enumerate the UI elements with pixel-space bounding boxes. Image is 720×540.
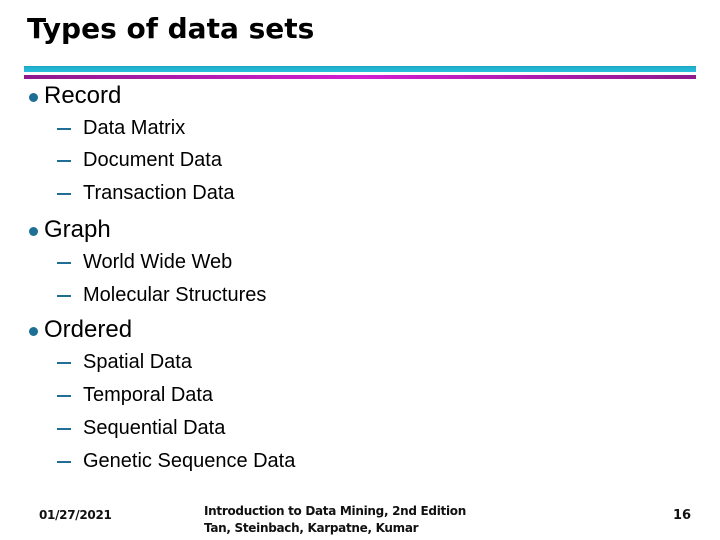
dash-icon bbox=[57, 262, 71, 264]
sub-bullet-label: Sequential Data bbox=[83, 417, 226, 439]
bullet-dot-icon bbox=[29, 226, 38, 236]
sub-bullet: Transaction Data bbox=[57, 182, 235, 205]
dash-icon bbox=[57, 395, 71, 397]
sub-bullet-label: Document Data bbox=[83, 149, 222, 171]
dash-icon bbox=[57, 193, 71, 195]
bullet-dot-icon bbox=[29, 326, 38, 336]
sub-bullet: Molecular Structures bbox=[57, 284, 266, 307]
sub-bullet: World Wide Web bbox=[57, 251, 232, 274]
slide-title: Types of data sets bbox=[27, 12, 315, 45]
bullet-label: Graph bbox=[44, 216, 111, 243]
sub-bullet-label: Genetic Sequence Data bbox=[83, 450, 296, 472]
bullet-ordered: Ordered bbox=[29, 316, 132, 344]
sub-bullet: Document Data bbox=[57, 149, 222, 172]
bullet-label: Record bbox=[44, 82, 122, 109]
bullet-dot-icon bbox=[29, 92, 38, 102]
sub-bullet: Data Matrix bbox=[57, 117, 185, 140]
title-divider-magenta bbox=[24, 75, 696, 79]
sub-bullet-label: Transaction Data bbox=[83, 182, 235, 204]
bullet-graph: Graph bbox=[29, 216, 111, 244]
sub-bullet: Sequential Data bbox=[57, 417, 225, 440]
footer-citation: Introduction to Data Mining, 2nd Edition… bbox=[204, 503, 466, 537]
page-number: 16 bbox=[673, 508, 692, 523]
bullet-record: Record bbox=[29, 82, 121, 110]
dash-icon bbox=[57, 128, 71, 130]
sub-bullet: Spatial Data bbox=[57, 351, 192, 374]
sub-bullet-label: Temporal Data bbox=[83, 384, 214, 406]
dash-icon bbox=[57, 160, 71, 162]
dash-icon bbox=[57, 428, 71, 430]
sub-bullet-label: Data Matrix bbox=[83, 117, 186, 139]
dash-icon bbox=[57, 295, 71, 297]
title-divider-cyan bbox=[24, 66, 696, 72]
sub-bullet: Genetic Sequence Data bbox=[57, 450, 295, 473]
dash-icon bbox=[57, 461, 71, 463]
footer-date: 01/27/2021 bbox=[39, 508, 112, 522]
sub-bullet-label: Spatial Data bbox=[83, 351, 192, 373]
sub-bullet: Temporal Data bbox=[57, 384, 213, 407]
footer-book-title: Introduction to Data Mining, 2nd Edition bbox=[204, 504, 466, 518]
bullet-label: Ordered bbox=[44, 316, 133, 343]
sub-bullet-label: Molecular Structures bbox=[83, 284, 267, 306]
sub-bullet-label: World Wide Web bbox=[83, 251, 233, 273]
dash-icon bbox=[57, 362, 71, 364]
footer-authors: Tan, Steinbach, Karpatne, Kumar bbox=[204, 521, 419, 535]
